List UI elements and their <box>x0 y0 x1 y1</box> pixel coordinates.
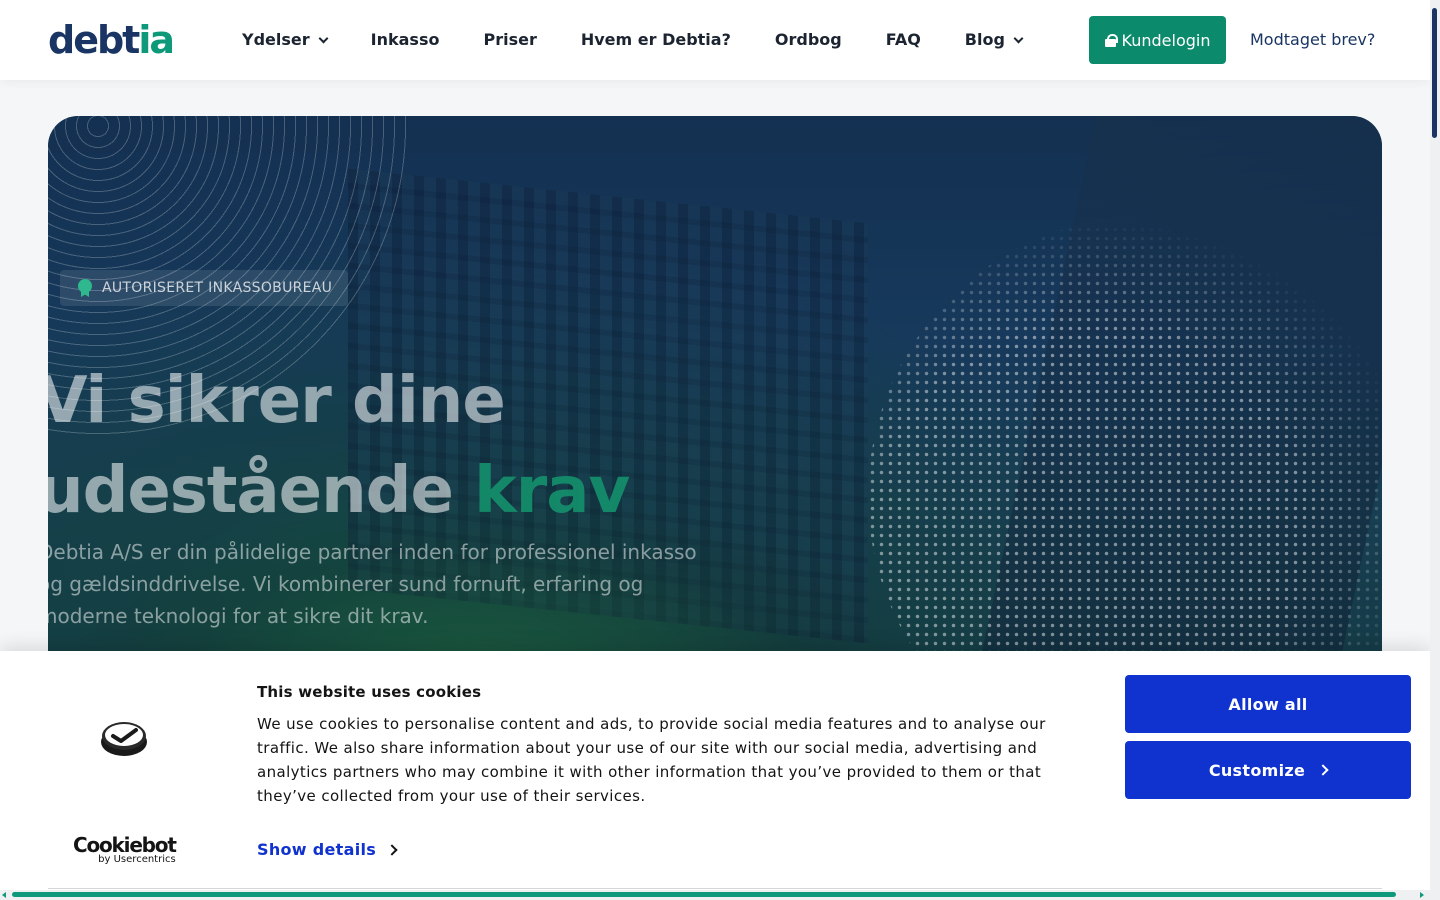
nav-item-blog[interactable]: Blog <box>964 28 1024 52</box>
scroll-right-icon[interactable] <box>1420 892 1424 898</box>
scroll-left-icon[interactable] <box>2 892 6 898</box>
nav-label: Ydelser <box>242 30 310 49</box>
customize-button[interactable]: Customize <box>1125 741 1411 799</box>
nav-label: FAQ <box>885 30 921 49</box>
vertical-scrollbar[interactable] <box>1430 0 1440 900</box>
horizontal-scrollbar[interactable] <box>0 890 1430 900</box>
logo-text-accent: ia <box>138 18 175 62</box>
kundelogin-button[interactable]: Kundelogin <box>1089 16 1226 64</box>
hero-subtitle: Debtia A/S er din pålidelige partner ind… <box>48 540 697 628</box>
hero-title-line2: udestående <box>48 454 475 528</box>
cookie-banner-divider <box>48 888 1382 889</box>
show-details-label: Show details <box>257 840 377 859</box>
horizontal-scrollbar-thumb[interactable] <box>12 892 1396 897</box>
vertical-scrollbar-thumb[interactable] <box>1432 8 1437 138</box>
cookiebot-logo-icon <box>101 722 147 756</box>
nav-label: Ordbog <box>774 30 842 49</box>
nav-label: Hvem er Debtia? <box>580 30 731 49</box>
nav-item-inkasso[interactable]: Inkasso <box>371 28 440 52</box>
chevron-down-icon <box>318 33 329 43</box>
cookiebot-brand: Cookiebot by Usercentrics <box>73 833 177 866</box>
site-header: debtia Ydelser Inkasso Priser Hvem er De… <box>0 0 1430 80</box>
show-details-link[interactable]: Show details <box>257 840 398 859</box>
authorized-badge-label: AUTORISERET INKASSOBUREAU <box>102 280 333 296</box>
lock-icon <box>1104 33 1118 47</box>
hero-title-accent: krav <box>474 454 630 528</box>
kundelogin-label: Kundelogin <box>1121 30 1211 50</box>
debtia-logo[interactable]: debtia <box>48 18 175 62</box>
cookie-banner-title: This website uses cookies <box>257 683 482 701</box>
award-icon <box>78 279 92 297</box>
chevron-right-icon <box>386 843 398 856</box>
cookie-banner-text: We use cookies to personalise content an… <box>257 715 1046 805</box>
cookiebot-brand-name: Cookiebot <box>73 833 177 857</box>
allow-all-button[interactable]: Allow all <box>1125 675 1411 733</box>
nav-label: Inkasso <box>370 30 440 49</box>
nav-item-hvem-er-debtia[interactable]: Hvem er Debtia? <box>581 28 731 52</box>
logo-text-main: debt <box>48 18 140 62</box>
modtaget-brev-link[interactable]: Modtaget brev? <box>1250 28 1375 52</box>
customize-label: Customize <box>1208 760 1306 780</box>
nav-item-priser[interactable]: Priser <box>483 28 536 52</box>
hero-title-line1: Vi sikrer dine <box>48 364 506 438</box>
hero-title: Vi sikrer dine udestående krav <box>48 356 738 536</box>
main-nav: Ydelser Inkasso Priser Hvem er Debtia? O… <box>242 28 1066 52</box>
nav-item-ydelser[interactable]: Ydelser <box>242 28 329 52</box>
chevron-down-icon <box>1013 33 1024 43</box>
nav-label: Priser <box>483 30 537 49</box>
chevron-right-icon <box>1317 764 1329 776</box>
nav-item-ordbog[interactable]: Ordbog <box>775 28 842 52</box>
authorized-badge: AUTORISERET INKASSOBUREAU <box>60 270 349 306</box>
nav-label: Blog <box>964 30 1005 49</box>
nav-item-faq[interactable]: FAQ <box>886 28 921 52</box>
